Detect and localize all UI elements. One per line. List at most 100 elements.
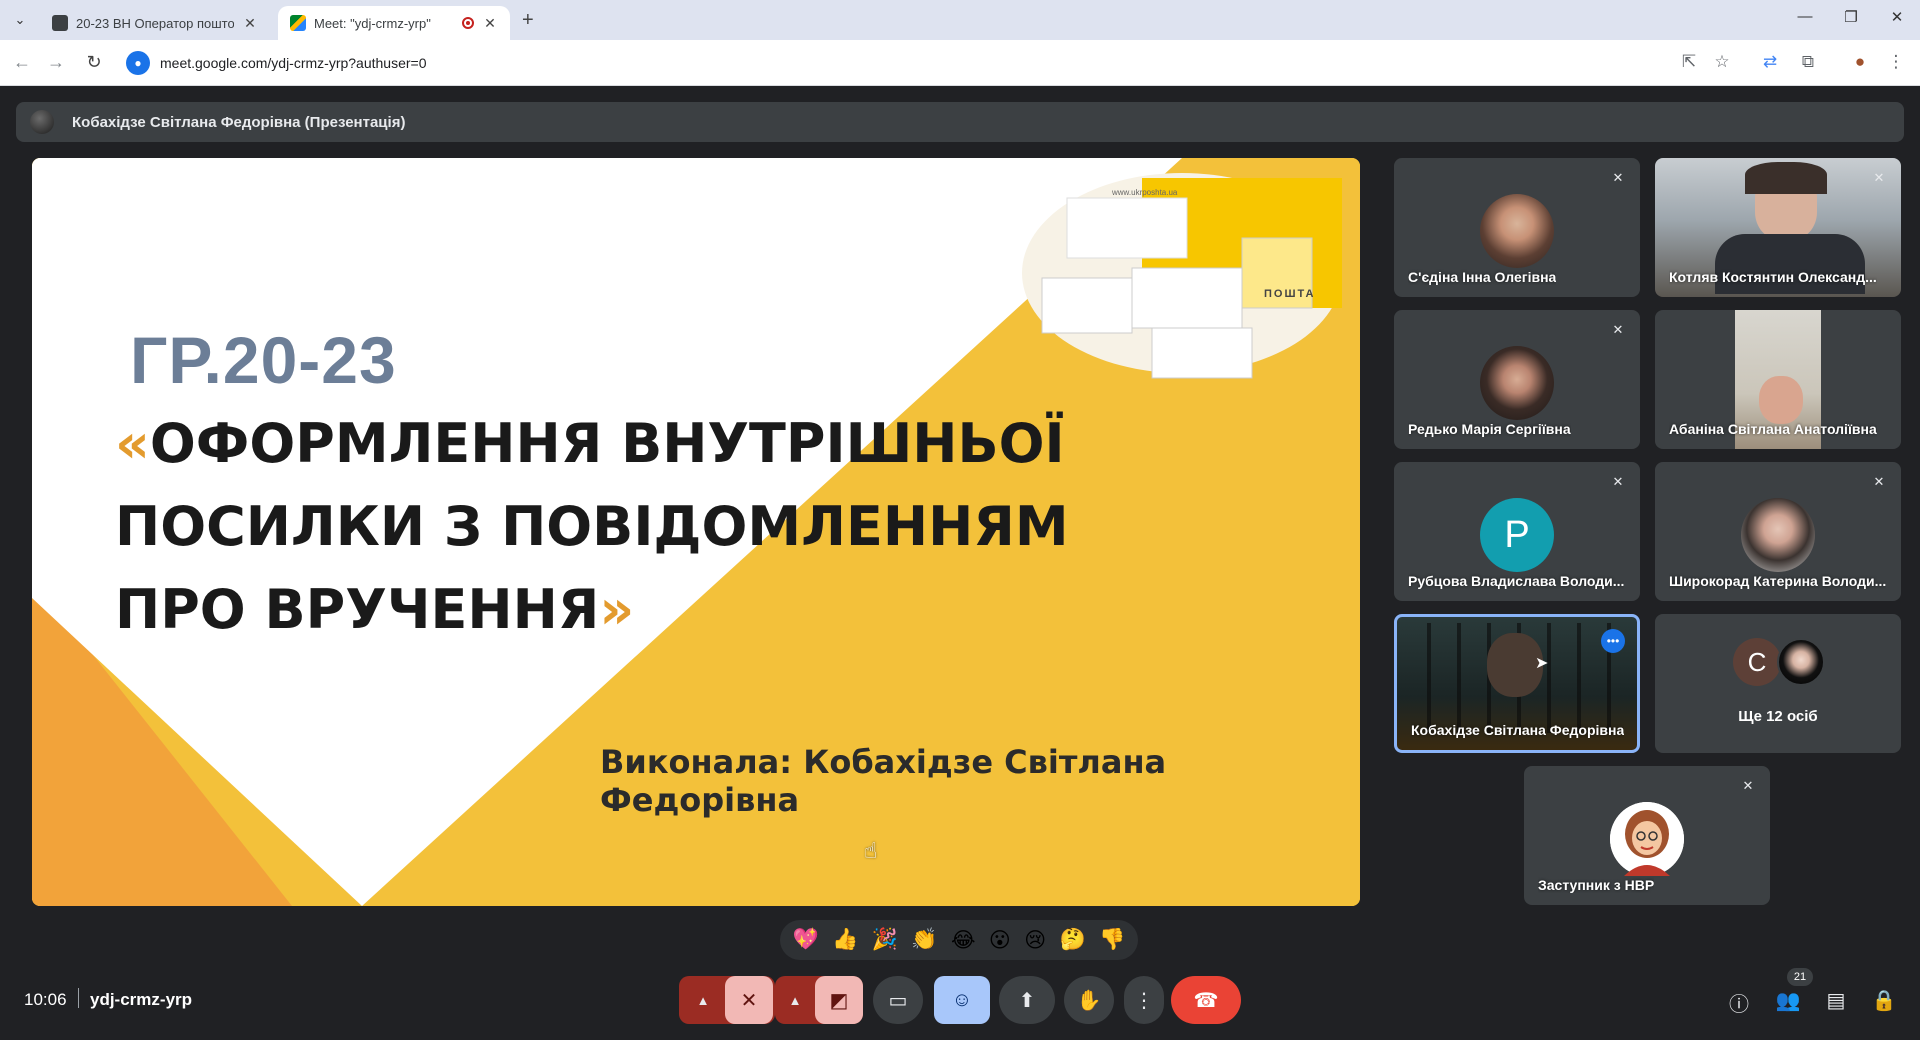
more-participants-tile[interactable]: C Ще 12 осіб xyxy=(1655,614,1901,753)
participant-name: С'єдіна Інна Олегівна xyxy=(1408,269,1557,285)
reaction-thumbs-up-button[interactable]: 👍 xyxy=(832,928,858,952)
avatar xyxy=(1741,498,1815,572)
raise-hand-button[interactable]: ✋ xyxy=(1064,976,1114,1024)
teacher-cartoon-icon xyxy=(1610,802,1684,876)
open-quote: « xyxy=(115,412,150,475)
microphone-in-use-icon[interactable]: ● xyxy=(126,51,150,75)
reaction-thinking-button[interactable]: 🤔 xyxy=(1060,928,1086,952)
tab-close-icon[interactable]: ✕ xyxy=(242,15,258,32)
presentation-stage: ПОШТА www.ukrposhta.ua ГР.20-23 «ОФОРМЛЕ… xyxy=(32,158,1360,906)
avatar xyxy=(1480,346,1554,420)
participant-tile[interactable]: ✕ Котляв Костянтин Олександ... xyxy=(1655,158,1901,297)
slide-group-title: ГР.20-23 xyxy=(130,323,397,397)
mic-off-button[interactable]: ✕ xyxy=(725,976,773,1024)
video-face xyxy=(1759,376,1803,424)
address-bar[interactable]: ● meet.google.com/ydj-crmz-yrp?authuser=… xyxy=(120,46,1700,80)
camera-control: ▲ ◩ xyxy=(775,976,863,1024)
slide-author: Виконала: Кобахідзе Світлана Федорівна xyxy=(600,743,1167,819)
url-text[interactable]: meet.google.com/ydj-crmz-yrp?authuser=0 xyxy=(160,55,427,71)
bookmark-star-icon[interactable]: ☆ xyxy=(1710,52,1734,72)
video-shoulders xyxy=(1715,234,1865,294)
participant-tile[interactable]: Абаніна Світлана Анатоліївна xyxy=(1655,310,1901,449)
tab-title: 20-23 ВН Оператор поштового xyxy=(76,15,234,31)
minimize-button[interactable]: — xyxy=(1782,8,1828,25)
participant-tile[interactable]: ✕ Заступник з НВР xyxy=(1524,766,1770,905)
meeting-controls-bar: 10:06 ydj-crmz-yrp ▲ ✕ ▲ ◩ ▭ ☺ ⬆ ✋ ⋮ ☎ ⓘ… xyxy=(0,968,1920,1024)
translate-icon[interactable]: ⇄ xyxy=(1758,52,1782,72)
avatar xyxy=(1777,638,1825,686)
mic-off-icon: ✕ xyxy=(1612,322,1624,337)
present-screen-button[interactable]: ⬆ xyxy=(999,976,1055,1024)
open-in-app-icon[interactable]: ⇱ xyxy=(1677,52,1701,72)
tab-meet[interactable]: Meet: "ydj-crmz-yrp" ✕ xyxy=(278,6,510,40)
recording-indicator-icon xyxy=(462,17,474,29)
participant-name: Заступник з НВР xyxy=(1538,877,1655,893)
more-options-button[interactable]: ⋮ xyxy=(1124,976,1164,1024)
forward-arrow-icon[interactable]: → xyxy=(44,52,68,73)
participant-name: Кобахідзе Світлана Федорівна xyxy=(1411,722,1625,738)
browser-toolbar: ← → ↻ ● meet.google.com/ydj-crmz-yrp?aut… xyxy=(0,40,1920,86)
slide-title: «ОФОРМЛЕННЯ ВНУТРІШНЬОЇ ПОСИЛКИ З ПОВІДО… xyxy=(115,402,1069,651)
participant-name: Широкорад Катерина Володи... xyxy=(1669,573,1887,589)
presenter-bar: Кобахідзе Світлана Федорівна (Презентаці… xyxy=(16,102,1904,142)
participant-tile-speaking[interactable]: ••• ➤ Кобахідзе Світлана Федорівна xyxy=(1394,614,1640,753)
emoji-reactions-button[interactable]: ☺ xyxy=(934,976,990,1024)
meeting-code: ydj-crmz-yrp xyxy=(90,990,193,1009)
reaction-sad-button[interactable]: 😢 xyxy=(1024,928,1046,953)
reaction-heart-button[interactable]: 💖 xyxy=(793,928,819,952)
host-controls-lock-icon[interactable]: 🔒 xyxy=(1870,988,1898,1013)
reaction-surprised-button[interactable]: 😮 xyxy=(989,928,1011,953)
classroom-favicon-icon xyxy=(52,15,68,31)
extensions-puzzle-icon[interactable]: ⧉ xyxy=(1796,52,1820,72)
profile-avatar-icon[interactable]: ● xyxy=(1848,52,1872,72)
chrome-menu-icon[interactable]: ⋮ xyxy=(1884,52,1908,72)
chat-icon[interactable]: ▤ xyxy=(1822,988,1850,1013)
more-options-icon[interactable]: ••• xyxy=(1601,629,1625,653)
more-participants-label: Ще 12 осіб xyxy=(1738,708,1818,725)
mic-off-icon: ✕ xyxy=(1612,474,1624,489)
avatar xyxy=(1480,194,1554,268)
participant-tile[interactable]: ✕ Редько Марія Сергіївна xyxy=(1394,310,1640,449)
participant-name: Абаніна Світлана Анатоліївна xyxy=(1669,421,1877,437)
restore-button[interactable]: ❐ xyxy=(1828,8,1874,26)
reaction-party-button[interactable]: 🎉 xyxy=(872,928,898,952)
tab-search-button[interactable]: ⌄ xyxy=(6,8,34,32)
tab-operator-course[interactable]: 20-23 ВН Оператор поштового ✕ xyxy=(40,6,270,40)
reaction-clap-button[interactable]: 👏 xyxy=(911,928,937,952)
box-site: www.ukrposhta.ua xyxy=(1112,188,1178,197)
mic-off-icon: ✕ xyxy=(1873,170,1885,185)
participant-tile[interactable]: P ✕ Рубцова Владислава Володи... xyxy=(1394,462,1640,601)
participant-tile[interactable]: ✕ С'єдіна Інна Олегівна xyxy=(1394,158,1640,297)
tab-title: Meet: "ydj-crmz-yrp" xyxy=(314,15,431,31)
participant-count-badge: 21 xyxy=(1787,968,1813,986)
participant-name: Редько Марія Сергіївна xyxy=(1408,421,1571,437)
hand-cursor-icon: ☝ xyxy=(864,838,878,863)
reaction-thumbs-down-button[interactable]: 👎 xyxy=(1099,928,1125,952)
video-settings-chevron-icon[interactable]: ▲ xyxy=(775,993,815,1008)
back-arrow-icon[interactable]: ← xyxy=(10,52,34,73)
mic-off-icon: ✕ xyxy=(1873,474,1885,489)
avatar xyxy=(30,110,54,134)
reload-icon[interactable]: ↻ xyxy=(82,52,106,73)
avatar: C xyxy=(1733,638,1781,686)
window-close-button[interactable]: ✕ xyxy=(1874,8,1920,26)
people-icon[interactable]: 👥 xyxy=(1774,988,1802,1013)
tab-close-icon[interactable]: ✕ xyxy=(482,15,498,32)
avatar xyxy=(1610,802,1684,876)
new-tab-button[interactable]: + xyxy=(522,9,534,32)
captions-button[interactable]: ▭ xyxy=(873,976,923,1024)
reaction-laugh-button[interactable]: 😂 xyxy=(951,928,976,953)
participant-name: Котляв Костянтин Олександ... xyxy=(1669,269,1877,285)
participant-tile[interactable]: ✕ Широкорад Катерина Володи... xyxy=(1655,462,1901,601)
meeting-info-icon[interactable]: ⓘ xyxy=(1725,988,1753,1017)
leave-call-button[interactable]: ☎ xyxy=(1171,976,1241,1024)
avatar: P xyxy=(1480,498,1554,572)
clock: 10:06 xyxy=(24,990,67,1009)
camera-off-button[interactable]: ◩ xyxy=(815,976,863,1024)
participant-name: Рубцова Владислава Володи... xyxy=(1408,573,1625,589)
slide-title-text: ОФОРМЛЕННЯ ВНУТРІШНЬОЇ ПОСИЛКИ З ПОВІДОМ… xyxy=(115,412,1069,641)
audio-settings-chevron-icon[interactable]: ▲ xyxy=(681,993,725,1008)
divider xyxy=(78,988,79,1008)
mic-off-icon: ✕ xyxy=(1742,778,1754,793)
box-label: ПОШТА xyxy=(1264,288,1316,300)
